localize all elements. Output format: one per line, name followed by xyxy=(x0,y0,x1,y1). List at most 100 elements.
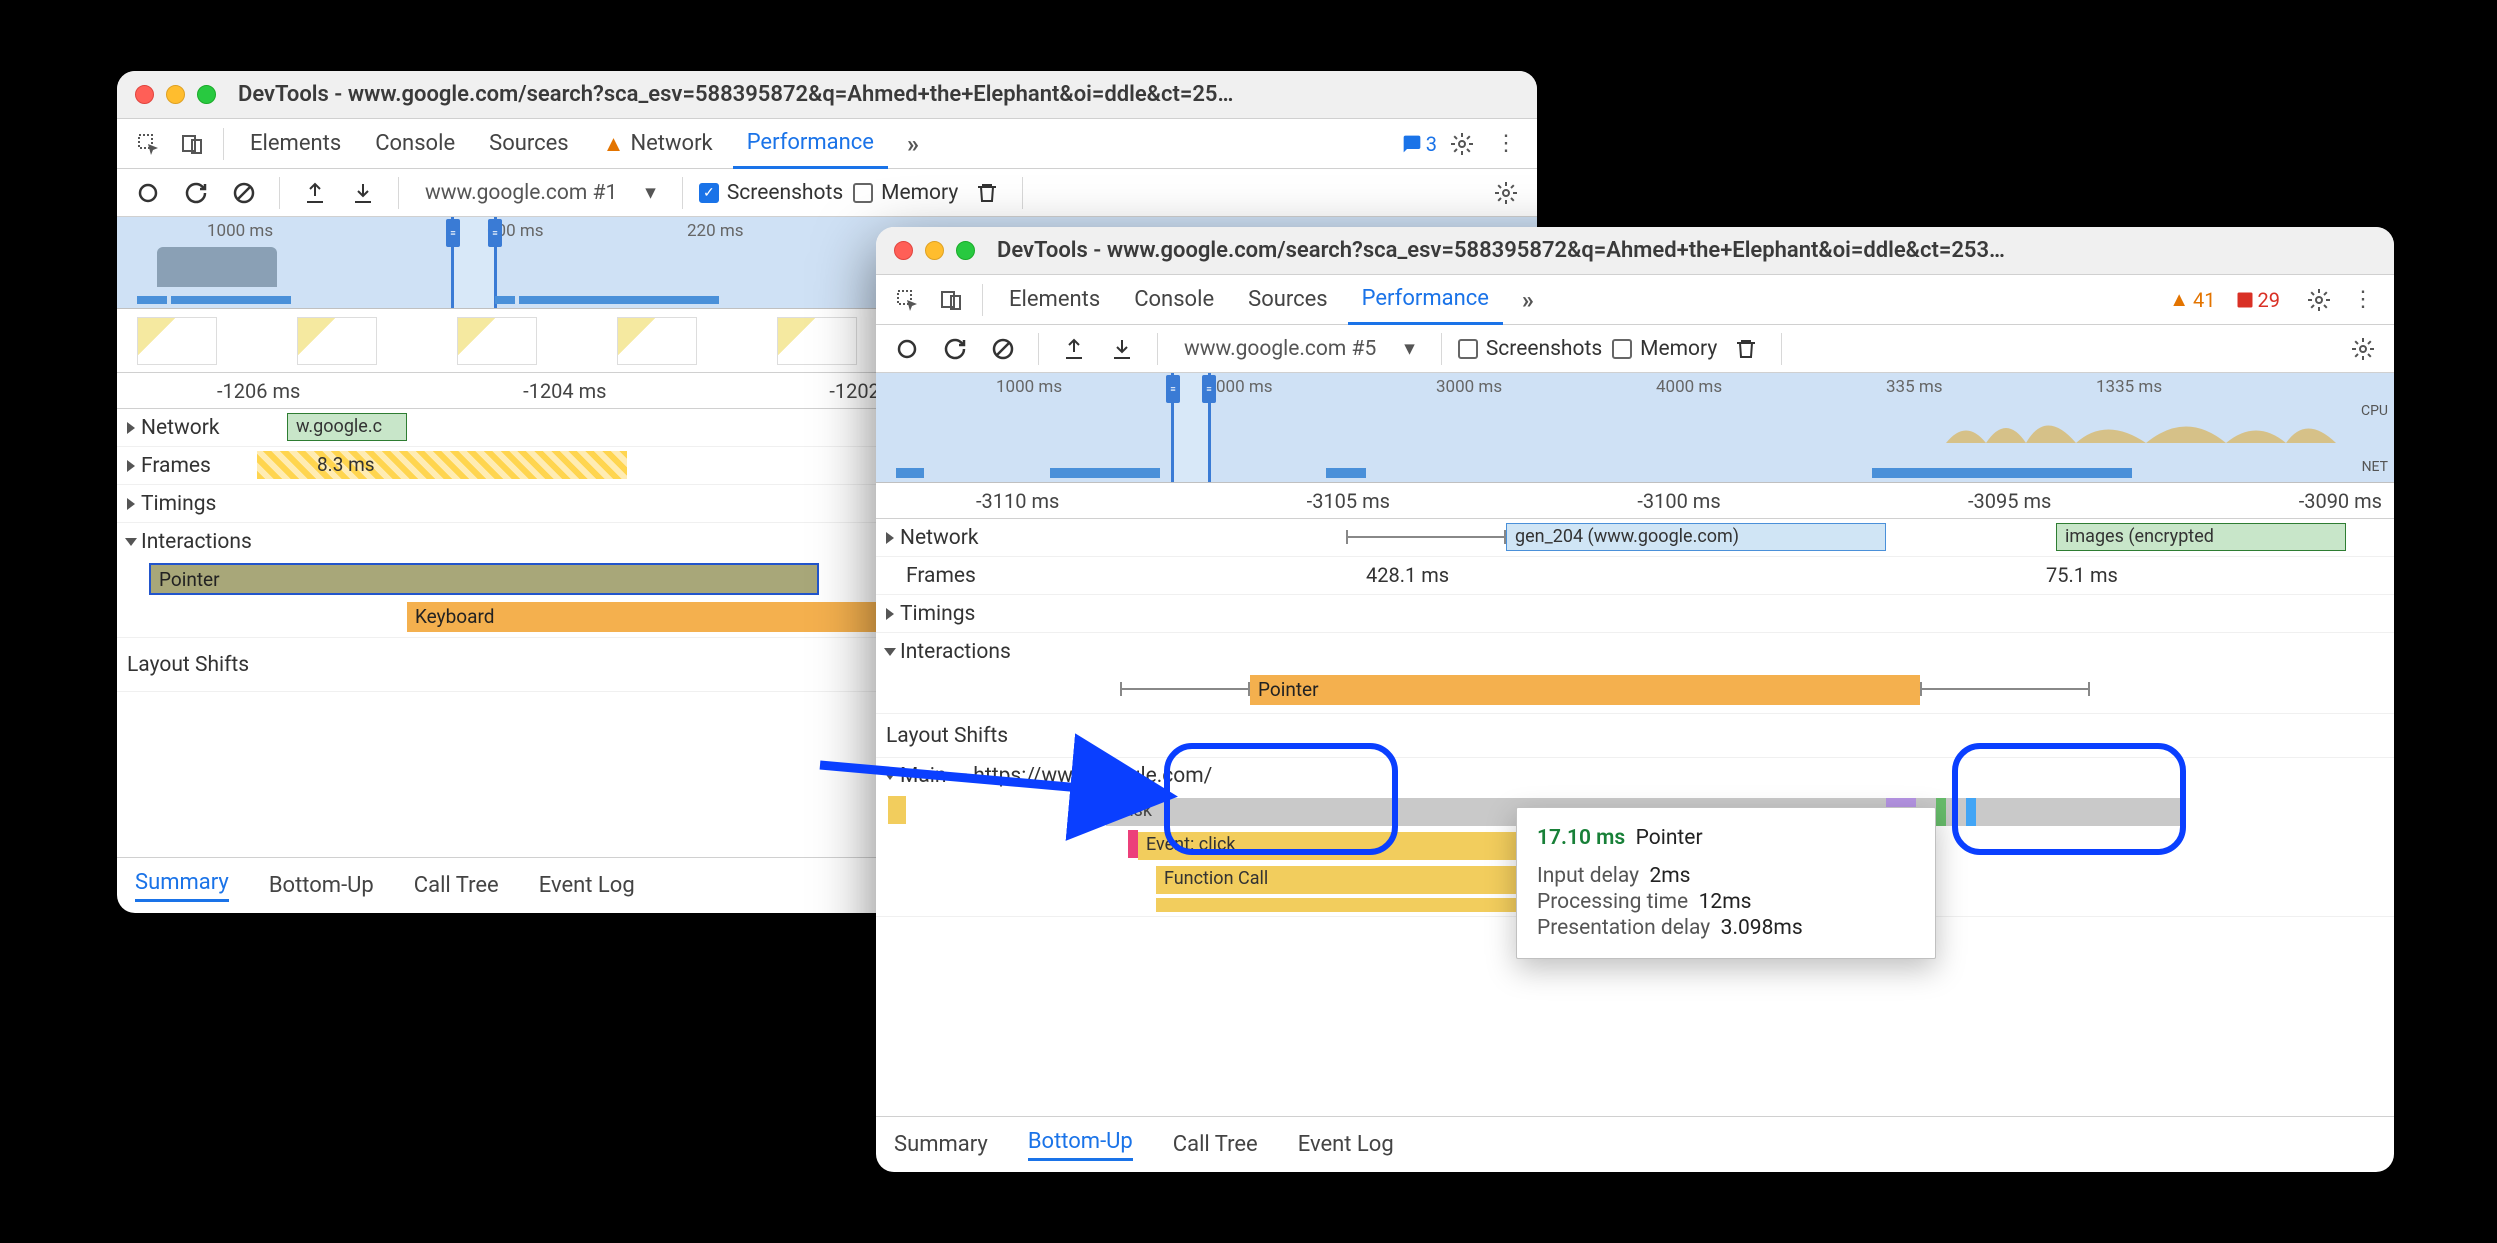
overflow-icon[interactable]: ⋮ xyxy=(2344,281,2382,319)
tooltip-time: 17.10 ms xyxy=(1537,826,1625,850)
tab-summary[interactable]: Summary xyxy=(894,1132,988,1157)
checkbox-label: Memory xyxy=(1640,337,1717,361)
gear-icon[interactable] xyxy=(1487,174,1525,212)
ruler-tick: -3100 ms xyxy=(1637,489,1720,513)
tab-call-tree[interactable]: Call Tree xyxy=(1173,1132,1258,1157)
memory-checkbox[interactable]: Memory xyxy=(1612,337,1717,361)
inspect-icon[interactable] xyxy=(888,281,926,319)
expand-icon[interactable] xyxy=(127,498,135,510)
recording-select[interactable]: www.google.com #1▾ xyxy=(415,180,666,205)
upload-icon[interactable] xyxy=(1055,330,1093,368)
grabber-handle-left[interactable]: ≡ xyxy=(446,219,460,247)
record-icon[interactable] xyxy=(888,330,926,368)
err-count: 29 xyxy=(2258,288,2280,312)
grabber-handle-left[interactable]: ≡ xyxy=(1166,375,1180,403)
close-icon[interactable] xyxy=(135,85,154,104)
tab-bottom-up[interactable]: Bottom-Up xyxy=(1028,1129,1133,1161)
expand-icon[interactable] xyxy=(886,532,894,544)
screenshots-checkbox[interactable]: Screenshots xyxy=(1458,337,1602,361)
fullscreen-icon[interactable] xyxy=(197,85,216,104)
memory-checkbox[interactable]: Memory xyxy=(853,181,958,205)
collapse-icon[interactable] xyxy=(125,538,137,546)
trash-icon[interactable] xyxy=(1727,330,1765,368)
tab-console[interactable]: Console xyxy=(1120,275,1228,325)
tab-network[interactable]: ▲Network xyxy=(589,119,727,169)
thumbnail[interactable] xyxy=(137,317,217,365)
tab-performance[interactable]: Performance xyxy=(733,119,888,169)
grabber-handle-right[interactable]: ≡ xyxy=(488,219,502,247)
clear-icon[interactable] xyxy=(225,174,263,212)
tab-summary[interactable]: Summary xyxy=(135,870,229,902)
upload-icon[interactable] xyxy=(296,174,334,212)
reload-icon[interactable] xyxy=(177,174,215,212)
expand-icon[interactable] xyxy=(127,460,135,472)
download-icon[interactable] xyxy=(1103,330,1141,368)
range-selector[interactable]: ≡ ≡ xyxy=(1171,373,1211,482)
collapse-icon[interactable] xyxy=(884,648,896,656)
trash-icon[interactable] xyxy=(968,174,1006,212)
comments-badge[interactable]: 3 xyxy=(1402,132,1437,156)
thumbnail[interactable] xyxy=(777,317,857,365)
interaction-pointer[interactable]: Pointer xyxy=(1250,675,1920,705)
expand-icon[interactable] xyxy=(127,422,135,434)
checkbox-label: Screenshots xyxy=(727,181,843,205)
device-icon[interactable] xyxy=(173,125,211,163)
warn-count: 41 xyxy=(2193,288,2215,312)
tab-performance[interactable]: Performance xyxy=(1348,275,1503,325)
ruler-tick: -3110 ms xyxy=(976,489,1059,513)
thumbnail[interactable] xyxy=(297,317,377,365)
tab-sources[interactable]: Sources xyxy=(1234,275,1342,325)
recording-select-label: www.google.com #1 xyxy=(425,181,617,205)
range-selector[interactable]: ≡ ≡ xyxy=(451,217,497,308)
overflow-icon[interactable]: ⋮ xyxy=(1487,125,1525,163)
gear-icon[interactable] xyxy=(2344,330,2382,368)
fullscreen-icon[interactable] xyxy=(956,241,975,260)
track-timings[interactable]: Timings xyxy=(876,595,2394,633)
expand-icon[interactable] xyxy=(886,608,894,620)
tab-bottom-up[interactable]: Bottom-Up xyxy=(269,873,374,898)
device-icon[interactable] xyxy=(932,281,970,319)
minimize-icon[interactable] xyxy=(925,241,944,260)
tab-elements[interactable]: Elements xyxy=(236,119,355,169)
more-tabs-icon[interactable]: » xyxy=(894,125,932,163)
track-frames[interactable]: Frames 428.1 ms 75.1 ms xyxy=(876,557,2394,595)
screenshots-checkbox[interactable]: ✓Screenshots xyxy=(699,181,843,205)
ruler[interactable]: -3110 ms -3105 ms -3100 ms -3095 ms -309… xyxy=(876,483,2394,519)
track-label-text: Timings xyxy=(141,492,216,516)
grabber-handle-right[interactable]: ≡ xyxy=(1202,375,1216,403)
clear-icon[interactable] xyxy=(984,330,1022,368)
close-icon[interactable] xyxy=(894,241,913,260)
recording-select[interactable]: www.google.com #5▾ xyxy=(1174,336,1425,361)
more-tabs-icon[interactable]: » xyxy=(1509,281,1547,319)
gear-icon[interactable] xyxy=(1443,125,1481,163)
reload-icon[interactable] xyxy=(936,330,974,368)
titlebar[interactable]: DevTools - www.google.com/search?sca_esv… xyxy=(876,227,2394,275)
network-item[interactable]: gen_204 (www.google.com) xyxy=(1506,523,1886,551)
thumbnail[interactable] xyxy=(617,317,697,365)
overview-timeline[interactable]: 1000 ms 000 ms 3000 ms 4000 ms 335 ms 13… xyxy=(876,373,2394,483)
errors-badge[interactable]: 29 xyxy=(2236,288,2280,312)
download-icon[interactable] xyxy=(344,174,382,212)
inspect-icon[interactable] xyxy=(129,125,167,163)
task-sliver[interactable] xyxy=(1936,798,1946,826)
tab-elements[interactable]: Elements xyxy=(995,275,1114,325)
track-network[interactable]: Network gen_204 (www.google.com) images … xyxy=(876,519,2394,557)
tab-call-tree[interactable]: Call Tree xyxy=(414,873,499,898)
separator xyxy=(1441,333,1442,365)
frame-bar[interactable] xyxy=(257,451,627,479)
tab-event-log[interactable]: Event Log xyxy=(539,873,635,898)
annotation-ring-right xyxy=(1952,743,2186,855)
record-icon[interactable] xyxy=(129,174,167,212)
network-item[interactable]: w.google.c xyxy=(287,413,407,441)
warnings-badge[interactable]: ▲ 41 xyxy=(2169,287,2215,312)
network-item[interactable]: images (encrypted xyxy=(2056,523,2346,551)
tab-sources[interactable]: Sources xyxy=(475,119,583,169)
thumbnail[interactable] xyxy=(457,317,537,365)
tab-console[interactable]: Console xyxy=(361,119,469,169)
titlebar[interactable]: DevTools - www.google.com/search?sca_esv… xyxy=(117,71,1537,119)
minimize-icon[interactable] xyxy=(166,85,185,104)
gear-icon[interactable] xyxy=(2300,281,2338,319)
tick: 1335 ms xyxy=(2096,377,2162,397)
interaction-pointer[interactable]: Pointer xyxy=(149,563,819,595)
tab-event-log[interactable]: Event Log xyxy=(1298,1132,1394,1157)
